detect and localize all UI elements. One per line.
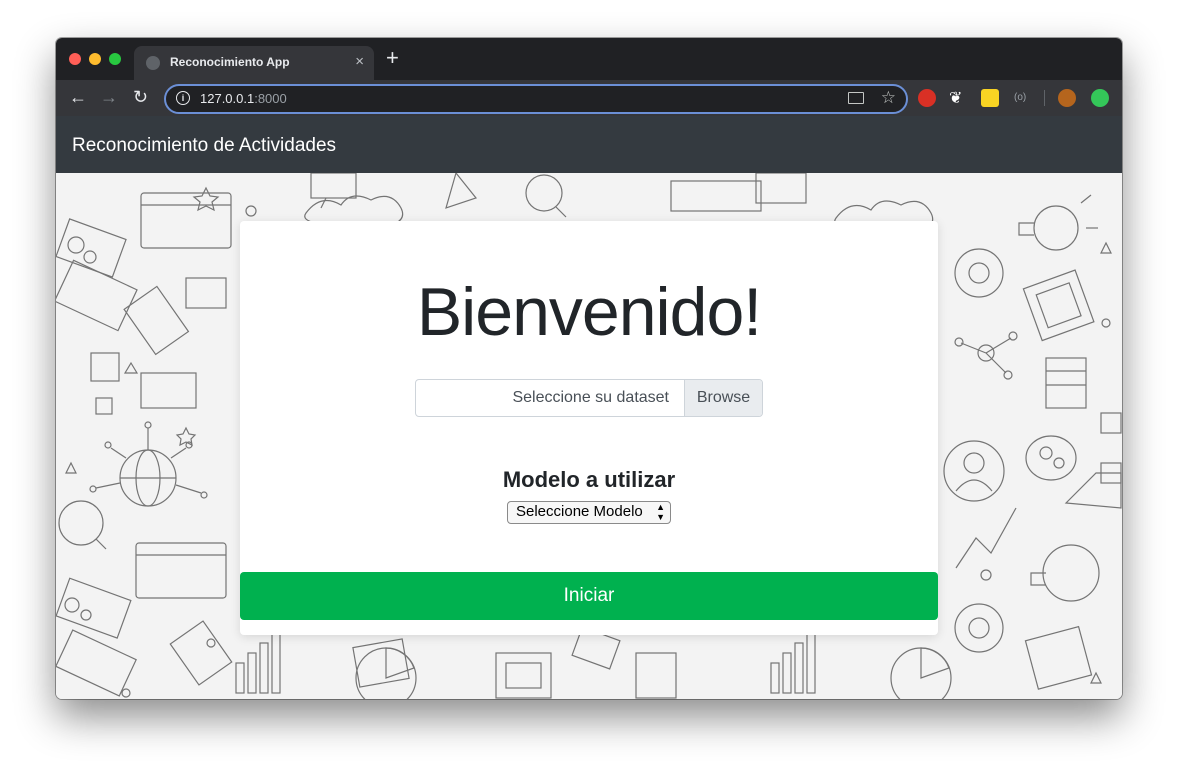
info-icon[interactable]: i — [176, 91, 190, 105]
forward-arrow-icon[interactable]: → — [100, 87, 118, 107]
start-button[interactable]: Iniciar — [240, 572, 938, 620]
cast-icon[interactable] — [848, 92, 864, 104]
tab-reconocimiento[interactable]: Reconocimiento App × — [134, 46, 374, 80]
address-bar[interactable]: i 127.0.0.1:8000 ☆ — [164, 84, 908, 114]
adblock-icon[interactable] — [918, 89, 936, 107]
model-select-value[interactable]: Seleccione Modelo — [516, 503, 643, 520]
page-navbar: Reconocimiento de Actividades — [56, 116, 1122, 173]
browser-toolbar: ← → ↻ i 127.0.0.1:8000 ☆ ❦ (o) — [56, 80, 1122, 116]
code-icon[interactable]: (o) — [1014, 92, 1032, 110]
file-input-label[interactable]: Seleccione su dataset — [512, 389, 669, 407]
url-text[interactable]: 127.0.0.1:8000 — [200, 91, 287, 106]
paw-icon[interactable]: ❦ — [949, 88, 967, 107]
select-arrows-icon: ▲ ▼ — [656, 502, 665, 522]
minimize-window-button[interactable] — [89, 53, 101, 65]
maximize-window-button[interactable] — [109, 53, 121, 65]
emoji-icon[interactable] — [981, 89, 999, 107]
toolbar-divider — [1044, 90, 1045, 106]
star-icon[interactable]: ☆ — [881, 88, 896, 108]
tab-strip: Reconocimiento App × + — [56, 38, 1122, 80]
navbar-brand[interactable]: Reconocimiento de Actividades — [72, 135, 336, 157]
model-select[interactable]: Seleccione Modelo ▲ ▼ — [507, 501, 671, 524]
update-icon[interactable] — [1091, 89, 1109, 107]
browser-window: Reconocimiento App × + ← → ↻ i 127.0.0.1… — [56, 38, 1122, 699]
welcome-card: Bienvenido! Seleccione su dataset Browse… — [240, 221, 938, 635]
dataset-file-input[interactable]: Seleccione su dataset Browse — [415, 379, 763, 417]
browse-button[interactable]: Browse — [684, 380, 762, 416]
new-tab-button[interactable]: + — [386, 47, 399, 69]
page-content: Bienvenido! Seleccione su dataset Browse… — [56, 173, 1122, 699]
tab-close-icon[interactable]: × — [355, 53, 364, 70]
avatar-icon[interactable] — [1058, 89, 1076, 107]
back-arrow-icon[interactable]: ← — [69, 87, 87, 107]
reload-icon[interactable]: ↻ — [133, 87, 148, 107]
model-heading: Modelo a utilizar — [502, 467, 676, 492]
page-title: Bienvenido! — [416, 274, 762, 350]
globe-icon — [146, 56, 160, 70]
tab-title: Reconocimiento App — [170, 55, 290, 69]
close-window-button[interactable] — [69, 53, 81, 65]
